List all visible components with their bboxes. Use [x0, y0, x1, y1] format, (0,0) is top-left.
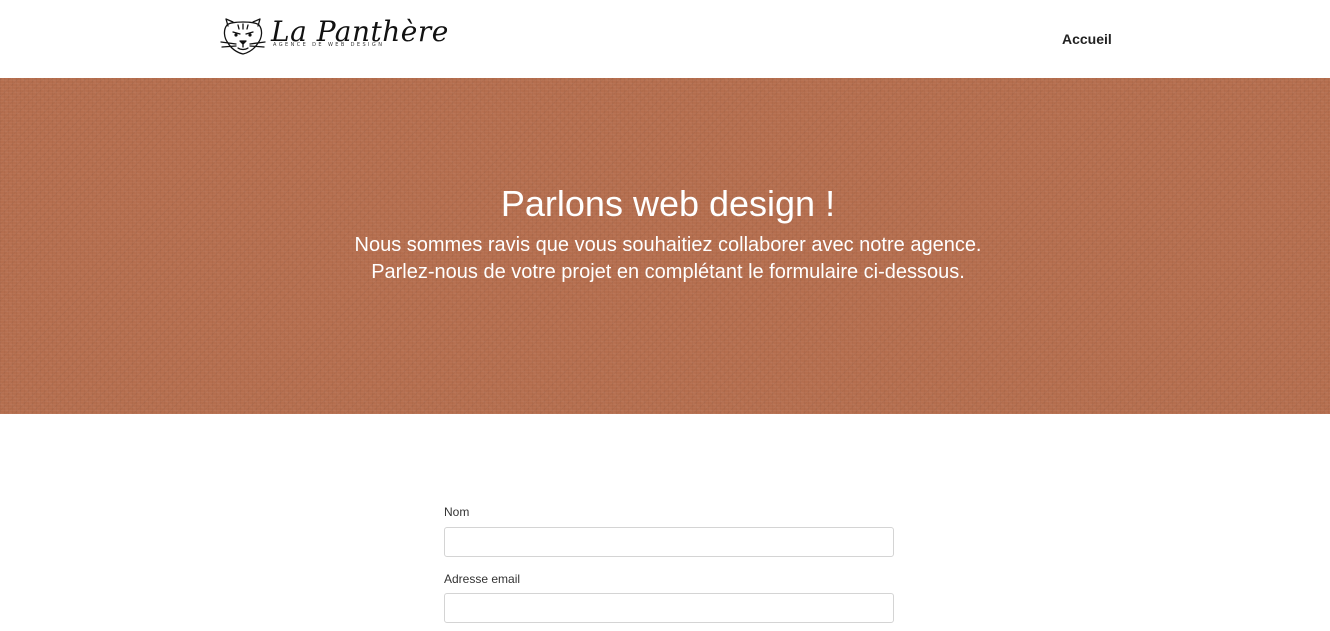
nom-input[interactable] — [444, 527, 894, 557]
email-label: Adresse email — [444, 572, 521, 586]
hero-banner: Parlons web design ! Nous sommes ravis q… — [0, 78, 1330, 414]
hero-title: Parlons web design ! — [500, 183, 836, 224]
logo-link[interactable]: La Panthère AGENCE DE WEB DESIGN — [219, 16, 448, 60]
panther-head-icon — [220, 18, 266, 55]
logo-tagline: AGENCE DE WEB DESIGN — [273, 42, 385, 48]
site-header: La Panthère AGENCE DE WEB DESIGN Accueil — [0, 0, 1330, 78]
hero-subtitle-line-2: Parlez-nous de votre projet en complétan… — [371, 261, 965, 283]
hero-subtitle-line-1: Nous sommes ravis que vous souhaitiez co… — [354, 234, 982, 256]
email-input[interactable] — [444, 593, 894, 623]
form-group-email: Adresse email — [444, 572, 894, 624]
nom-label: Nom — [444, 505, 470, 519]
form-group-nom: Nom — [444, 505, 894, 557]
nav-link-accueil[interactable]: Accueil — [1062, 31, 1112, 47]
